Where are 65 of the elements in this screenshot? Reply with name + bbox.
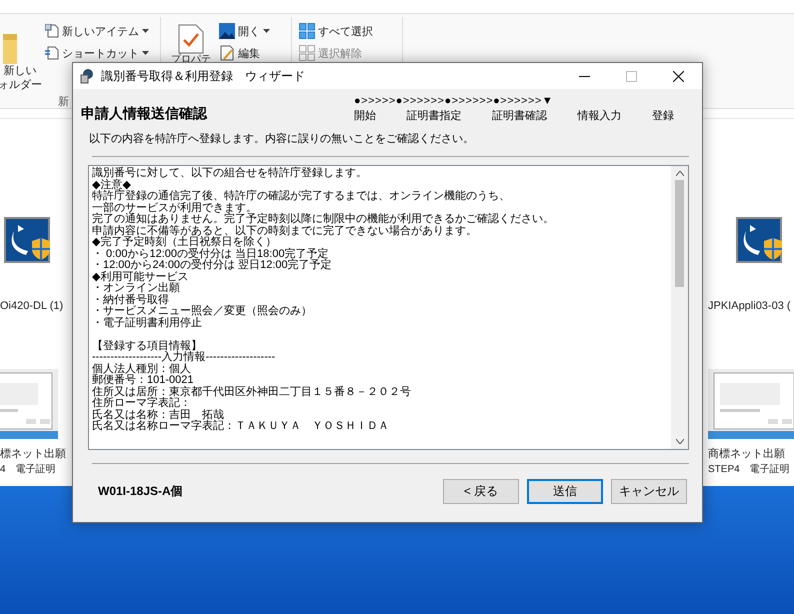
ribbon-item[interactable]: すべて選択 — [318, 24, 373, 38]
group-label: 新 — [58, 94, 69, 109]
scrollbar-thumb[interactable] — [675, 180, 684, 288]
caret-icon[interactable] — [263, 29, 270, 33]
step-label: 証明書確認 — [492, 109, 547, 123]
content-line: 郵便番号：101-0021 — [92, 375, 194, 386]
step-label: 情報入力 — [578, 109, 622, 123]
back-button[interactable]: < 戻る — [443, 479, 519, 504]
content-line: -------------------入力情報------------------- — [92, 352, 276, 363]
instruction-text: 以下の内容を特許庁へ登録します。内容に誤りの無いことをご確認ください。 — [89, 132, 475, 146]
file-name[interactable]: 4 電子証明 — [0, 462, 56, 477]
caret-icon[interactable] — [142, 29, 149, 33]
progress-markers: ●>>>>>●>>>>>>●>>>>>>●>>>>>>▼ — [354, 95, 554, 107]
close-icon[interactable] — [673, 70, 684, 82]
content-line: ・ 0:00から12:00の受付分は 当日18:00完了予定 — [92, 248, 329, 260]
ribbon-item[interactable]: 新しいアイテム — [62, 24, 139, 38]
scroll-down-icon[interactable] — [676, 439, 684, 444]
scroll-up-icon[interactable] — [676, 171, 684, 176]
content-line: ・12:00から24:00の受付分は 翌日12:00完了予定 — [92, 260, 333, 271]
scrollbar[interactable] — [671, 166, 688, 449]
app-icon — [79, 68, 95, 84]
content-line: 個人法人種別：個人 — [92, 364, 192, 374]
new-folder-label: 新しい — [4, 64, 36, 78]
step-label: 開始 — [354, 109, 376, 123]
content-line: 氏名又は名称：吉田 拓哉 — [92, 410, 225, 420]
content-line: 特許庁登録の通信完了後、特許庁の確認が完了するまでは、オンライン機能のうち、 — [92, 191, 511, 202]
edit-icon[interactable] — [219, 45, 235, 61]
content-line: ◆注意◆ — [92, 180, 131, 190]
ribbon-item[interactable]: 編集 — [238, 46, 260, 60]
send-button[interactable]: 送信 — [527, 479, 603, 504]
shortcut-icon[interactable] — [45, 46, 59, 60]
step-label: 登録 — [652, 109, 674, 123]
content-line: 住所ローマ字表記： — [92, 398, 192, 409]
content-line: 申請内容に不備等があると、以下の時刻までに完了できない場合があります。 — [92, 226, 478, 236]
content-line: 識別番号に対して、以下の組合せを特許庁登録します。 — [92, 168, 368, 179]
form-code: W01I-18JS-A個 — [98, 483, 183, 500]
file-name[interactable]: Oi420-DL (1) — [0, 299, 64, 314]
content-line: 住所又は居所：東京都千代田区外神田二丁目１５番８－２０２号 — [92, 386, 412, 398]
content-text-area[interactable] — [88, 165, 689, 450]
content-line: ・納付番号取得 — [92, 294, 170, 306]
ribbon-item[interactable]: ショートカット — [62, 46, 139, 60]
content-line: ・サービスメニュー照会／変更（照会のみ） — [92, 306, 313, 317]
content-line: ・電子証明書利用停止 — [92, 318, 203, 329]
file-name[interactable]: JPKIAppli03-03 ( — [708, 299, 791, 314]
content-line: ◆完了予定時刻（土日祝祭日を除く） — [92, 237, 278, 248]
new-folder-label: ォルダー — [0, 78, 42, 92]
content-line: 一部のサービスが利用できます。 — [92, 202, 257, 214]
file-name[interactable]: 標ネット出願 — [0, 447, 66, 462]
content-line: 完了の通知はありません。完了予定時刻以降に制限中の機能が利用できるかご確認ください。 — [92, 214, 555, 225]
caret-icon[interactable] — [142, 51, 149, 55]
new-item-icon[interactable] — [45, 24, 59, 38]
properties-icon[interactable] — [178, 24, 204, 54]
file-name[interactable]: 商標ネット出願 — [708, 447, 785, 462]
content-line: ◆利用可能サービス — [92, 272, 190, 282]
image-icon[interactable] — [219, 23, 235, 39]
grid-icon[interactable] — [299, 23, 315, 39]
page-heading: 申請人情報送信確認 — [81, 105, 207, 123]
content-line: 氏名又は名称ローマ字表記：ＴＡＫＵＹＡ ＹＯＳＨＩＤＡ — [92, 421, 390, 432]
window-title: 識別番号取得＆利用登録 ウィザード — [101, 68, 306, 84]
content-line: ・オンライン出願 — [92, 283, 181, 294]
step-label: 証明書指定 — [406, 108, 462, 123]
file-name[interactable]: STEP4 電子証明 — [708, 462, 790, 477]
cancel-button[interactable]: キャンセル — [611, 479, 687, 504]
ribbon-item[interactable]: 開く — [238, 24, 260, 38]
content-line: 【登録する項目情報】 — [92, 340, 202, 352]
